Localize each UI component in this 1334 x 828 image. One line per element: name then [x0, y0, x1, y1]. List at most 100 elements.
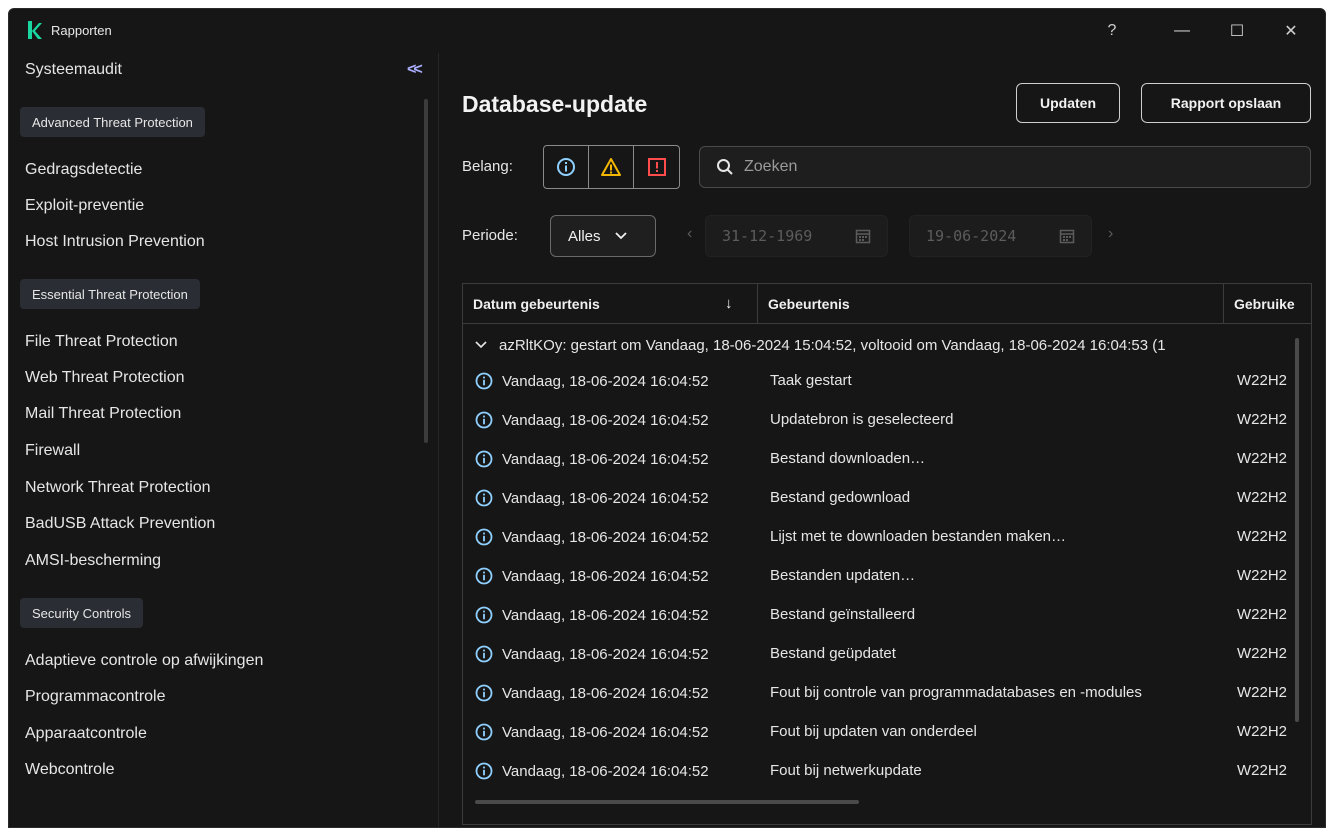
sidebar-item[interactable]: Exploit-preventie — [25, 197, 144, 215]
severity-label: Belang: — [462, 158, 513, 175]
event-date-cell: Vandaag, 18-06-2024 16:04:52 — [475, 645, 709, 663]
severity-critical-toggle[interactable] — [634, 146, 679, 188]
date-to-field[interactable]: 19-06-2024 — [909, 215, 1092, 257]
sidebar-item[interactable]: Webcontrole — [25, 761, 115, 779]
sidebar-item[interactable]: Gedragsdetectie — [25, 161, 142, 179]
collapse-sidebar-button[interactable]: << — [407, 61, 431, 81]
column-header-date[interactable]: Datum gebeurtenis ↓ — [463, 284, 758, 324]
event-date-cell: Vandaag, 18-06-2024 16:04:52 — [475, 411, 709, 429]
table-row[interactable]: Vandaag, 18-06-2024 16:04:52 Bestanden up… — [463, 559, 1303, 593]
event-description: Bestand geüpdatet — [770, 645, 896, 662]
sidebar-item[interactable]: Mail Threat Protection — [25, 405, 181, 423]
event-user: W22H2 — [1237, 567, 1288, 584]
task-group-label: azRltKOy: gestart om Vandaag, 18-06-2024… — [499, 336, 1166, 354]
warning-icon — [601, 158, 621, 176]
search-icon — [717, 159, 733, 175]
table-row[interactable]: Vandaag, 18-06-2024 16:04:52 Fout bij net… — [463, 754, 1303, 788]
help-button[interactable]: ? — [1096, 17, 1128, 45]
sidebar-item[interactable]: Adaptieve controle op afwijkingen — [25, 652, 263, 670]
table-row[interactable]: Vandaag, 18-06-2024 16:04:52 Bestand geïn… — [463, 598, 1303, 632]
close-button[interactable]: ✕ — [1275, 17, 1307, 45]
window-title: Rapporten — [51, 23, 112, 38]
event-date: Vandaag, 18-06-2024 16:04:52 — [502, 723, 709, 741]
event-date-cell: Vandaag, 18-06-2024 16:04:52 — [475, 489, 709, 507]
event-date-cell: Vandaag, 18-06-2024 16:04:52 — [475, 528, 709, 546]
table-row[interactable]: Vandaag, 18-06-2024 16:04:52 Lijst met te… — [463, 520, 1303, 554]
sidebar-scrollbar[interactable] — [424, 99, 428, 443]
event-date: Vandaag, 18-06-2024 16:04:52 — [502, 684, 709, 702]
info-icon — [475, 684, 493, 702]
calendar-icon — [1059, 229, 1075, 244]
table-row[interactable]: Vandaag, 18-06-2024 16:04:52 Taak gestart… — [463, 364, 1303, 398]
save-report-button[interactable]: Rapport opslaan — [1141, 83, 1311, 123]
table-row[interactable]: Vandaag, 18-06-2024 16:04:52 Bestand geüp… — [463, 637, 1303, 671]
info-icon — [475, 528, 493, 546]
info-icon — [475, 411, 493, 429]
date-to-value: 19-06-2024 — [926, 227, 1017, 245]
sidebar-item[interactable]: Systeemaudit — [25, 61, 122, 79]
event-date: Vandaag, 18-06-2024 16:04:52 — [502, 528, 709, 546]
reports-window: Rapporten ? — ☐ ✕ << Systeemaudit Advance… — [8, 8, 1326, 828]
sidebar-item[interactable]: Apparaatcontrole — [25, 725, 147, 743]
sidebar-item[interactable]: AMSI-bescherming — [25, 552, 161, 570]
severity-warning-toggle[interactable] — [589, 146, 634, 188]
column-header-user[interactable]: Gebruike — [1224, 284, 1311, 324]
sidebar-group-header: Essential Threat Protection — [20, 279, 200, 309]
event-date: Vandaag, 18-06-2024 16:04:52 — [502, 645, 709, 663]
event-date: Vandaag, 18-06-2024 16:04:52 — [502, 606, 709, 624]
event-user: W22H2 — [1237, 372, 1288, 389]
date-next-arrow-icon[interactable]: › — [1108, 225, 1113, 243]
event-description: Lijst met te downloaden bestanden maken… — [770, 528, 1067, 545]
period-label: Periode: — [462, 227, 518, 244]
info-icon — [475, 372, 493, 390]
sidebar-item[interactable]: Network Threat Protection — [25, 479, 211, 497]
search-input[interactable]: Zoeken — [699, 146, 1311, 188]
event-user: W22H2 — [1237, 411, 1288, 428]
date-from-field[interactable]: 31-12-1969 — [705, 215, 888, 257]
table-row[interactable]: Vandaag, 18-06-2024 16:04:52 Updatebron i… — [463, 403, 1303, 437]
info-icon — [557, 158, 575, 176]
info-icon — [475, 567, 493, 585]
info-icon — [475, 450, 493, 468]
table-row[interactable]: Vandaag, 18-06-2024 16:04:52 Fout bij con… — [463, 676, 1303, 710]
event-date: Vandaag, 18-06-2024 16:04:52 — [502, 762, 709, 780]
sidebar-item[interactable]: File Threat Protection — [25, 333, 178, 351]
event-description: Fout bij controle van programmadatabases… — [770, 684, 1142, 701]
info-icon — [475, 723, 493, 741]
sidebar-item[interactable]: BadUSB Attack Prevention — [25, 515, 215, 533]
table-row[interactable]: Vandaag, 18-06-2024 16:04:52 Bestand down… — [463, 442, 1303, 476]
sidebar-item[interactable]: Firewall — [25, 442, 80, 460]
column-header-date-label: Datum gebeurtenis — [473, 296, 600, 312]
sidebar-item[interactable]: Web Threat Protection — [25, 369, 185, 387]
table-horizontal-scrollbar[interactable] — [475, 800, 859, 804]
severity-info-toggle[interactable] — [544, 146, 589, 188]
event-user: W22H2 — [1237, 606, 1288, 623]
sidebar: << Systeemaudit Advanced Threat Protectio… — [9, 53, 439, 827]
task-group-row[interactable]: azRltKOy: gestart om Vandaag, 18-06-2024… — [463, 332, 1303, 358]
sidebar-item[interactable]: Host Intrusion Prevention — [25, 233, 205, 251]
event-user: W22H2 — [1237, 762, 1288, 779]
event-description: Bestand gedownload — [770, 489, 911, 506]
search-placeholder: Zoeken — [744, 158, 798, 175]
update-button[interactable]: Updaten — [1016, 83, 1120, 123]
table-vertical-scrollbar[interactable] — [1295, 338, 1299, 722]
table-row[interactable]: Vandaag, 18-06-2024 16:04:52 Fout bij upd… — [463, 715, 1303, 749]
table-header: Datum gebeurtenis ↓ Gebeurtenis Gebruike — [463, 284, 1311, 324]
event-date-cell: Vandaag, 18-06-2024 16:04:52 — [475, 372, 709, 390]
event-user: W22H2 — [1237, 450, 1288, 467]
date-prev-arrow-icon[interactable]: ‹ — [687, 225, 692, 243]
maximize-button[interactable]: ☐ — [1221, 17, 1253, 45]
column-header-user-label: Gebruike — [1234, 296, 1295, 312]
column-header-event[interactable]: Gebeurtenis — [758, 284, 1224, 324]
period-select[interactable]: Alles — [550, 215, 656, 257]
event-date-cell: Vandaag, 18-06-2024 16:04:52 — [475, 684, 709, 702]
table-row[interactable]: Vandaag, 18-06-2024 16:04:52 Bestand gedo… — [463, 481, 1303, 515]
sidebar-item[interactable]: Programmacontrole — [25, 688, 166, 706]
event-description: Taak gestart — [770, 372, 852, 389]
calendar-icon — [855, 229, 871, 244]
minimize-button[interactable]: — — [1166, 17, 1198, 45]
event-user: W22H2 — [1237, 684, 1288, 701]
page-title: Database-update — [462, 91, 648, 117]
sidebar-group-header: Advanced Threat Protection — [20, 107, 205, 137]
event-description: Fout bij netwerkupdate — [770, 762, 922, 779]
